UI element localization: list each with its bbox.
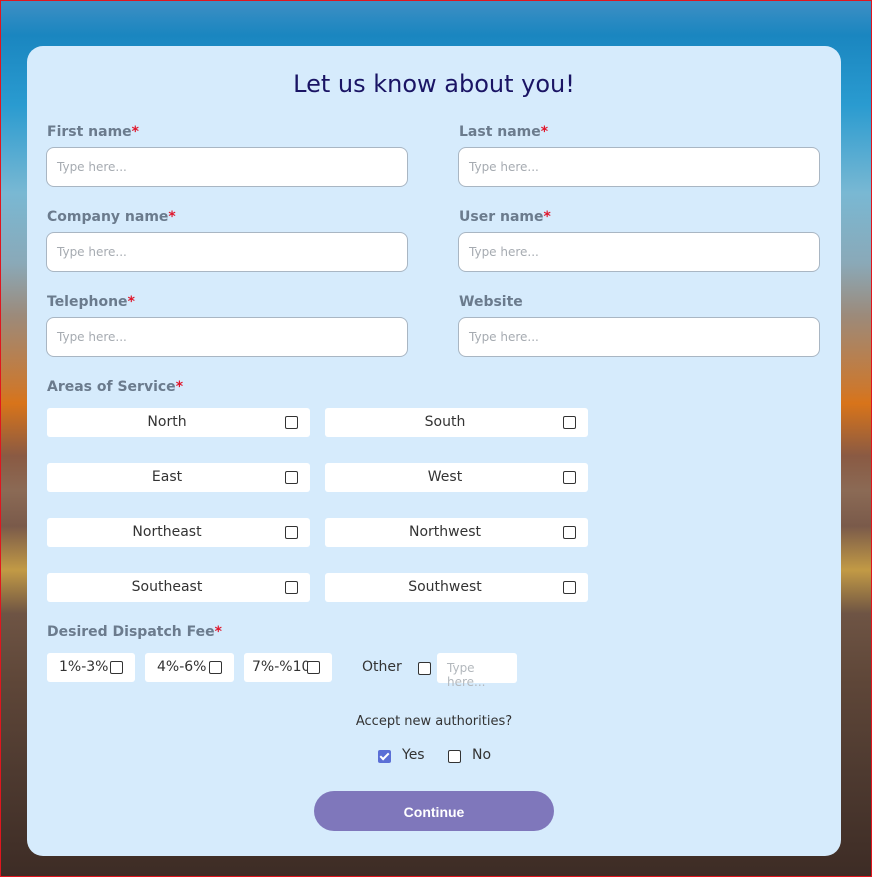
area-option-northwest[interactable]: Northwest [325,518,588,547]
area-checkbox[interactable] [563,581,576,594]
area-option-label: South [424,414,466,430]
required-mark: * [127,294,135,310]
fee-option-label: 7%-%10 [252,659,311,675]
authorities-yes-label: Yes [402,747,425,763]
telephone-input[interactable]: Type here... [46,317,408,357]
area-checkbox[interactable] [285,416,298,429]
fee-option-1-3[interactable]: 1%-3% [47,653,135,682]
required-mark: * [175,379,184,395]
area-checkbox[interactable] [563,471,576,484]
required-mark: * [168,209,176,225]
last-name-input[interactable]: Type here... [458,147,820,187]
area-option-label: Southwest [408,579,482,595]
website-label: Website [459,294,523,310]
area-checkbox[interactable] [285,526,298,539]
area-option-east[interactable]: East [47,463,310,492]
fee-other-input[interactable]: Type here... [437,653,517,689]
last-name-label: Last name* [459,124,549,140]
fee-option-7-10[interactable]: 7%-%10 [244,653,332,682]
area-checkbox[interactable] [563,416,576,429]
first-name-label: First name* [47,124,139,140]
area-option-label: East [151,469,183,485]
authorities-no-label: No [472,747,492,763]
area-option-label: West [427,469,463,485]
fee-checkbox[interactable] [209,661,222,674]
area-option-southeast[interactable]: Southeast [47,573,310,602]
area-option-label: Northwest [408,524,481,540]
form-title: Let us know about you! [293,70,575,98]
area-checkbox[interactable] [285,581,298,594]
telephone-label: Telephone* [47,294,135,310]
area-option-west[interactable]: West [325,463,588,492]
fee-other-checkbox[interactable] [418,662,431,675]
fee-option-4-6[interactable]: 4%-6% [145,653,234,682]
required-mark: * [214,624,222,640]
user-name-input[interactable]: Type here... [458,232,820,272]
fee-option-label: 4%-6% [157,659,207,675]
area-option-north[interactable]: North [47,408,310,437]
area-option-label: Northeast [132,524,202,540]
signup-form-card: Let us know about you! First name* Type … [27,46,841,856]
required-mark: * [131,124,139,140]
user-name-label: User name* [459,209,551,225]
authorities-question: Accept new authorities? [355,714,513,729]
first-name-input[interactable]: Type here... [46,147,408,187]
areas-of-service-label: Areas of Service* [47,379,184,395]
area-checkbox[interactable] [285,471,298,484]
continue-button[interactable]: Continue [314,791,554,831]
area-option-southwest[interactable]: Southwest [325,573,588,602]
required-mark: * [540,124,549,140]
authorities-yes-checkbox[interactable] [378,750,391,763]
area-checkbox[interactable] [563,526,576,539]
required-mark: * [543,209,551,225]
area-option-northeast[interactable]: Northeast [47,518,310,547]
area-option-label: Southeast [131,579,203,595]
fee-checkbox[interactable] [110,661,123,674]
website-input[interactable]: Type here... [458,317,820,357]
authorities-no-checkbox[interactable] [448,750,461,763]
fee-other-label: Other [362,659,402,675]
fee-option-label: 1%-3% [59,659,109,675]
area-option-south[interactable]: South [325,408,588,437]
company-name-input[interactable]: Type here... [46,232,408,272]
dispatch-fee-label: Desired Dispatch Fee* [47,624,222,640]
company-name-label: Company name* [47,209,176,225]
area-option-label: North [147,414,187,430]
fee-checkbox[interactable] [307,661,320,674]
